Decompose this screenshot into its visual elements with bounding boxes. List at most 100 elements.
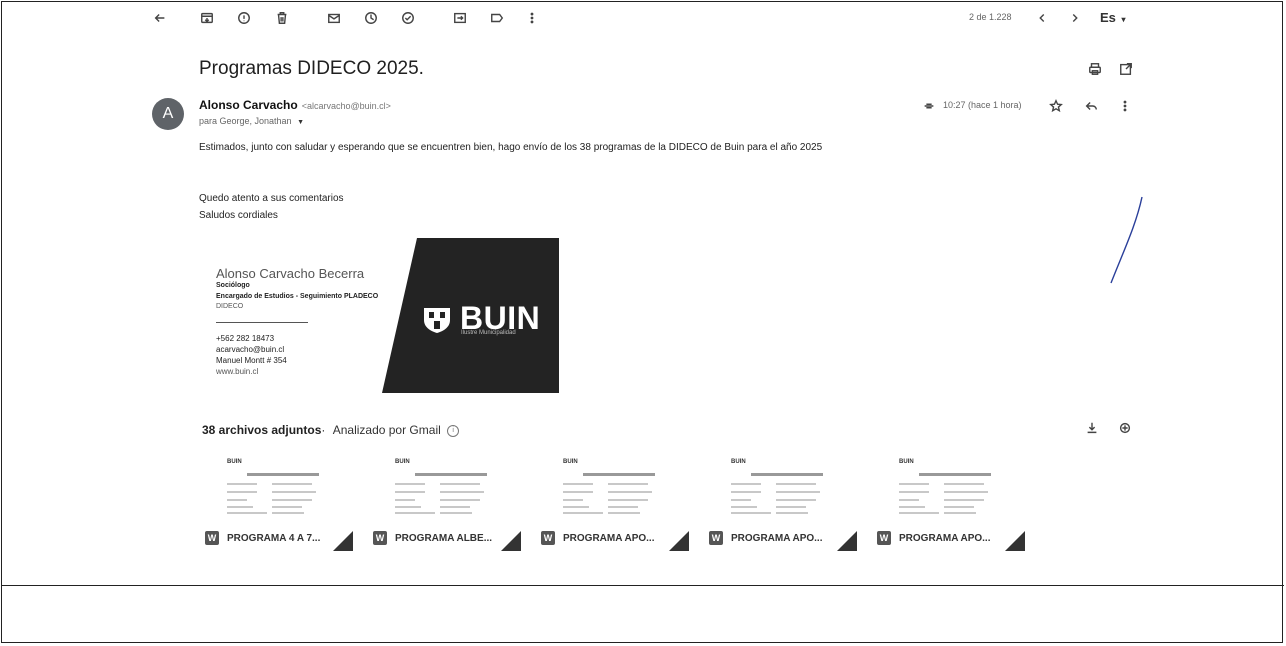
thumb-text-line: [944, 483, 984, 485]
attachment-filename: PROGRAMA ALBE...: [395, 532, 493, 544]
more-vert-icon[interactable]: [1117, 98, 1133, 114]
thumb-heading: [583, 473, 655, 476]
snooze-icon[interactable]: [363, 10, 379, 26]
attachments-header: 38 archivos adjuntos· Analizado por Gmai…: [202, 423, 460, 437]
archive-icon[interactable]: [199, 10, 215, 26]
thumb-text-line: [608, 506, 638, 508]
thumb-text-line: [944, 512, 976, 514]
thumb-text-line: [395, 491, 425, 493]
sender-email: <alcarvacho@buin.cl>: [301, 101, 391, 111]
thumb-heading: [751, 473, 823, 476]
thumb-text-line: [731, 499, 751, 501]
page-fold-icon: [501, 531, 521, 551]
page-fold-icon: [333, 531, 353, 551]
label-icon[interactable]: [489, 10, 505, 26]
thumb-text-line: [272, 512, 304, 514]
word-doc-icon: W: [205, 531, 219, 545]
thumb-text-line: [776, 491, 820, 493]
attachment-thumbnail[interactable]: BUIN: [371, 451, 531, 523]
thumb-text-line: [776, 499, 816, 501]
attachment-thumbnail[interactable]: BUIN: [875, 451, 1035, 523]
thumb-text-line: [899, 499, 919, 501]
email-subject: Programas DIDECO 2025.: [199, 58, 424, 79]
thumb-text-line: [272, 483, 312, 485]
body-paragraph: Saludos cordiales: [199, 210, 278, 221]
thumb-text-line: [608, 491, 652, 493]
trash-icon[interactable]: [274, 10, 290, 26]
attachment-card[interactable]: BUIN W PROGRAMA 4 A 7...: [203, 451, 363, 553]
signature-position: Encargado de Estudios - Seguimiento PLAD…: [216, 293, 379, 300]
signature-email[interactable]: acarvacho@buin.cl: [216, 345, 284, 354]
thumb-text-line: [776, 512, 808, 514]
attachment-card[interactable]: BUIN W PROGRAMA ALBE...: [371, 451, 531, 553]
thumb-text-line: [440, 491, 484, 493]
attachment-label[interactable]: W PROGRAMA 4 A 7...: [205, 531, 320, 545]
word-doc-icon: W: [541, 531, 555, 545]
attachment-thumbnail[interactable]: BUIN: [203, 451, 363, 523]
newer-chevron-icon[interactable]: [1034, 10, 1050, 26]
signature-phone: +562 282 18473: [216, 334, 275, 343]
word-doc-icon: W: [877, 531, 891, 545]
thumb-text-line: [776, 506, 806, 508]
scanned-label: Analizado por Gmail: [332, 423, 441, 437]
older-chevron-icon[interactable]: [1067, 10, 1083, 26]
sender-line: Alonso Carvacho <alcarvacho@buin.cl>: [199, 98, 391, 112]
email-signature: Alonso Carvacho Becerra Sociólogo Encarg…: [199, 238, 559, 393]
attachment-thumbnail[interactable]: BUIN: [707, 451, 867, 523]
thumb-text-line: [227, 491, 257, 493]
attachment-label[interactable]: W PROGRAMA APO...: [541, 531, 654, 545]
signature-web[interactable]: www.buin.cl: [216, 367, 258, 376]
thumb-text-line: [272, 491, 316, 493]
thumb-logo: BUIN: [563, 459, 578, 465]
language-label: Es: [1100, 10, 1116, 25]
more-vert-icon[interactable]: [524, 10, 540, 26]
recipients[interactable]: para George, Jonathan ▼: [199, 116, 304, 126]
attachment-thumbnail[interactable]: BUIN: [539, 451, 699, 523]
language-select[interactable]: Es ▾: [1100, 10, 1126, 25]
thumb-text-line: [563, 506, 589, 508]
attachment-card[interactable]: BUIN W PROGRAMA APO...: [875, 451, 1035, 553]
thumb-text-line: [272, 506, 302, 508]
thumb-text-line: [731, 491, 761, 493]
attachment-label[interactable]: W PROGRAMA APO...: [709, 531, 822, 545]
sender-avatar[interactable]: A: [152, 98, 184, 130]
sender-name: Alonso Carvacho: [199, 98, 298, 112]
open-new-window-icon[interactable]: [1118, 61, 1134, 77]
thumb-text-line: [440, 499, 480, 501]
download-all-icon[interactable]: [1084, 420, 1100, 436]
attachment-label[interactable]: W PROGRAMA ALBE...: [373, 531, 492, 545]
page-fold-icon: [1005, 531, 1025, 551]
thumb-text-line: [395, 483, 425, 485]
page-fold-icon: [669, 531, 689, 551]
page-fold-icon: [837, 531, 857, 551]
add-to-drive-icon[interactable]: [1117, 420, 1133, 436]
star-icon[interactable]: [1048, 98, 1064, 114]
signature-name: Alonso Carvacho Becerra: [216, 266, 365, 281]
divider: [1, 585, 1284, 586]
attachment-filename: PROGRAMA 4 A 7...: [227, 532, 321, 544]
thumb-logo: BUIN: [899, 459, 914, 465]
email-time: 10:27 (hace 1 hora): [943, 100, 1022, 110]
attachment-card[interactable]: BUIN W PROGRAMA APO...: [539, 451, 699, 553]
info-icon[interactable]: i: [447, 424, 460, 437]
add-task-icon[interactable]: [400, 10, 416, 26]
back-arrow-icon[interactable]: [152, 10, 168, 26]
report-spam-icon[interactable]: [236, 10, 252, 26]
thumb-text-line: [440, 483, 480, 485]
signature-department: DIDECO: [216, 303, 244, 310]
attachment-label[interactable]: W PROGRAMA APO...: [877, 531, 990, 545]
mark-unread-icon[interactable]: [326, 10, 342, 26]
print-icon[interactable]: [1087, 61, 1103, 77]
thumb-text-line: [227, 512, 267, 514]
thumb-text-line: [899, 506, 925, 508]
separator: ·: [321, 423, 326, 437]
thumb-text-line: [944, 491, 988, 493]
attachment-filename: PROGRAMA APO...: [731, 532, 823, 544]
attachments-count: 38 archivos adjuntos: [202, 423, 322, 437]
recipients-label: para George, Jonathan: [199, 116, 292, 126]
move-to-icon[interactable]: [452, 10, 468, 26]
reply-icon[interactable]: [1083, 98, 1099, 114]
attachment-card[interactable]: BUIN W PROGRAMA APO...: [707, 451, 867, 553]
thumb-text-line: [944, 499, 984, 501]
thumb-text-line: [563, 499, 583, 501]
